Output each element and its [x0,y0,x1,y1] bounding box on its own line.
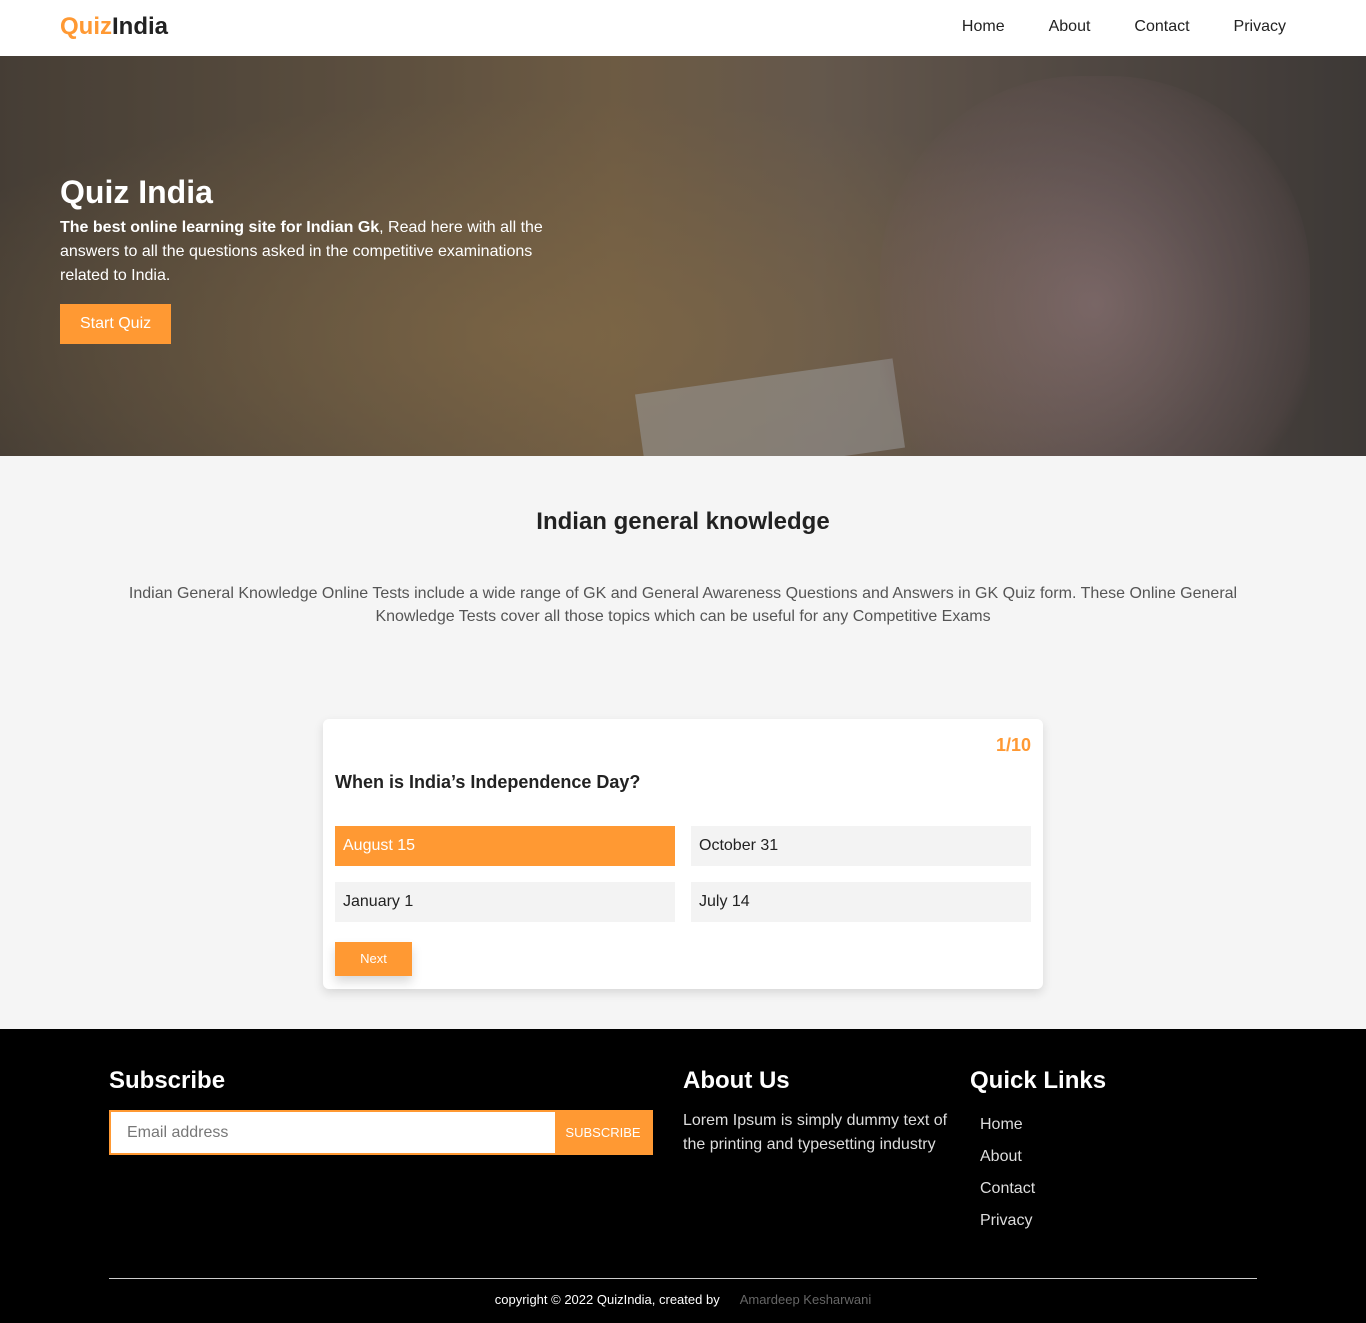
answer-option-october-31[interactable]: October 31 [691,826,1031,866]
logo-part-india: India [112,13,169,40]
question-counter: 1/10 [995,735,1031,755]
nav-link-about[interactable]: About [1049,18,1091,36]
email-input[interactable] [111,1112,555,1153]
about-text: Lorem Ipsum is simply dummy text of the … [683,1112,948,1153]
quick-links-list: Home About Contact Privacy [980,1115,1035,1243]
nav-link-contact[interactable]: Contact [1134,18,1189,36]
nav-link-privacy[interactable]: Privacy [1234,18,1286,36]
section-description: Indian General Knowledge Online Tests in… [128,585,1238,625]
copyright-text: copyright © 2022 QuizIndia, created by [494,1292,720,1307]
question-text: When is India’s Independence Day? [335,772,641,792]
navbar: QuizIndia Home About Contact Privacy [0,0,1366,56]
nav-links: Home About Contact Privacy [962,18,1286,36]
subscribe-form: SUBSCRIBE [109,1110,653,1155]
logo-part-quiz: Quiz [60,13,112,40]
start-quiz-button[interactable]: Start Quiz [60,304,172,344]
footer: Subscribe SUBSCRIBE About Us Lorem Ipsum… [0,1029,1366,1323]
subscribe-button[interactable]: SUBSCRIBE [555,1112,651,1153]
section-title: Indian general knowledge [536,508,830,535]
quick-links-heading: Quick Links [970,1067,1107,1094]
answer-option-january-1[interactable]: January 1 [335,882,675,922]
footer-link-home[interactable]: Home [980,1115,1035,1147]
nav-link-home[interactable]: Home [962,18,1005,36]
author-link[interactable]: Amardeep Kesharwani [740,1292,872,1307]
hero-content: Quiz India The best online learning site… [60,174,560,344]
footer-divider [109,1278,1257,1279]
hero-title: Quiz India [60,174,213,210]
footer-link-about[interactable]: About [980,1147,1035,1179]
footer-link-contact[interactable]: Contact [980,1179,1035,1211]
hero-description-bold: The best online learning site for Indian… [60,219,380,236]
about-heading: About Us [683,1067,790,1094]
answer-option-august-15[interactable]: August 15 [335,826,675,866]
subscribe-heading: Subscribe [109,1067,226,1094]
site-logo[interactable]: QuizIndia [60,13,168,41]
footer-link-privacy[interactable]: Privacy [980,1211,1035,1243]
copyright: copyright © 2022 QuizIndia, created by Am… [0,1292,1366,1307]
hero-banner: Quiz India The best online learning site… [0,56,1366,456]
quiz-card: 1/10 When is India’s Independence Day? A… [323,719,1043,989]
hero-description: The best online learning site for Indian… [60,216,560,288]
next-button[interactable]: Next [335,942,412,976]
answer-option-july-14[interactable]: July 14 [691,882,1031,922]
